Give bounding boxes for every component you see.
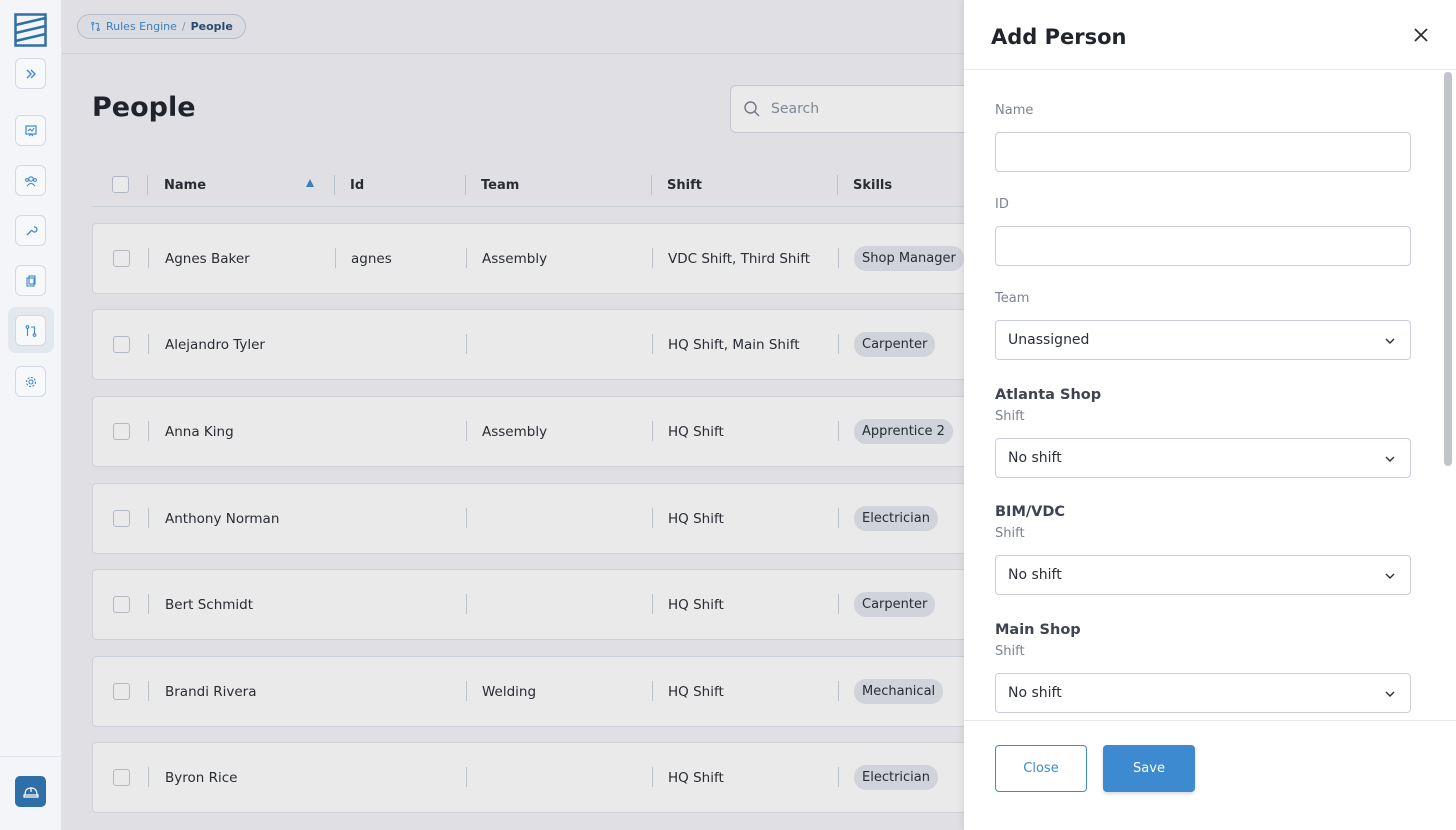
close-button[interactable]: Close bbox=[995, 745, 1087, 792]
hardhat-icon bbox=[22, 786, 39, 798]
clipboard-icon bbox=[25, 274, 36, 287]
chevron-down-icon bbox=[1385, 573, 1395, 579]
sidebar-item-settings[interactable] bbox=[15, 366, 46, 397]
expand-icon bbox=[26, 69, 36, 78]
id-input[interactable] bbox=[995, 226, 1411, 266]
team-label: Team bbox=[995, 291, 1030, 306]
drawer-title: Add Person bbox=[991, 25, 1127, 49]
sidebar bbox=[0, 0, 62, 830]
expand-sidebar-button[interactable] bbox=[15, 58, 46, 89]
gear-icon bbox=[25, 376, 36, 387]
drawer-scrollbar[interactable] bbox=[1444, 72, 1452, 466]
drawer-footer: Close Save bbox=[964, 720, 1456, 830]
main-shop-shift-select[interactable]: No shift bbox=[995, 673, 1411, 713]
shift-select-value: No shift bbox=[1008, 685, 1062, 701]
chevron-down-icon bbox=[1385, 691, 1395, 697]
user-profile-button[interactable] bbox=[15, 776, 46, 807]
team-select-value: Unassigned bbox=[1008, 332, 1090, 348]
name-input[interactable] bbox=[995, 132, 1411, 172]
shift-label: Shift bbox=[995, 409, 1025, 424]
add-person-drawer: Add Person Name ID Team Unassigned Atlan… bbox=[964, 0, 1456, 830]
close-icon bbox=[1414, 28, 1428, 42]
section-title-bim-vdc: BIM/VDC bbox=[995, 504, 1066, 520]
sidebar-item-rules-engine[interactable] bbox=[15, 315, 46, 346]
team-select[interactable]: Unassigned bbox=[995, 320, 1411, 360]
shift-label: Shift bbox=[995, 644, 1025, 659]
logo-icon[interactable] bbox=[14, 13, 47, 47]
people-icon bbox=[24, 175, 37, 186]
sidebar-divider bbox=[0, 756, 62, 757]
chevron-down-icon bbox=[1385, 456, 1395, 462]
close-drawer-button[interactable] bbox=[1411, 25, 1431, 45]
sidebar-item-dashboard[interactable] bbox=[15, 115, 46, 146]
bim-vdc-shift-select[interactable]: No shift bbox=[995, 555, 1411, 595]
chevron-down-icon bbox=[1385, 338, 1395, 344]
drawer-body: Name ID Team Unassigned Atlanta Shop Shi… bbox=[964, 70, 1456, 720]
sidebar-item-tools[interactable] bbox=[15, 215, 46, 246]
presentation-icon bbox=[24, 124, 37, 136]
section-title-atlanta-shop: Atlanta Shop bbox=[995, 387, 1102, 403]
save-button[interactable]: Save bbox=[1103, 745, 1195, 792]
name-label: Name bbox=[995, 103, 1034, 118]
shift-select-value: No shift bbox=[1008, 567, 1062, 583]
shift-select-value: No shift bbox=[1008, 450, 1062, 466]
shift-label: Shift bbox=[995, 526, 1025, 541]
sidebar-item-people[interactable] bbox=[15, 165, 46, 196]
rules-icon bbox=[25, 324, 36, 337]
atlanta-shop-shift-select[interactable]: No shift bbox=[995, 438, 1411, 478]
wrench-icon bbox=[26, 225, 38, 235]
id-label: ID bbox=[995, 197, 1009, 212]
drawer-header: Add Person bbox=[964, 0, 1456, 70]
section-title-main-shop: Main Shop bbox=[995, 622, 1081, 638]
sidebar-item-tasks[interactable] bbox=[15, 265, 46, 296]
modal-backdrop[interactable] bbox=[62, 0, 964, 830]
